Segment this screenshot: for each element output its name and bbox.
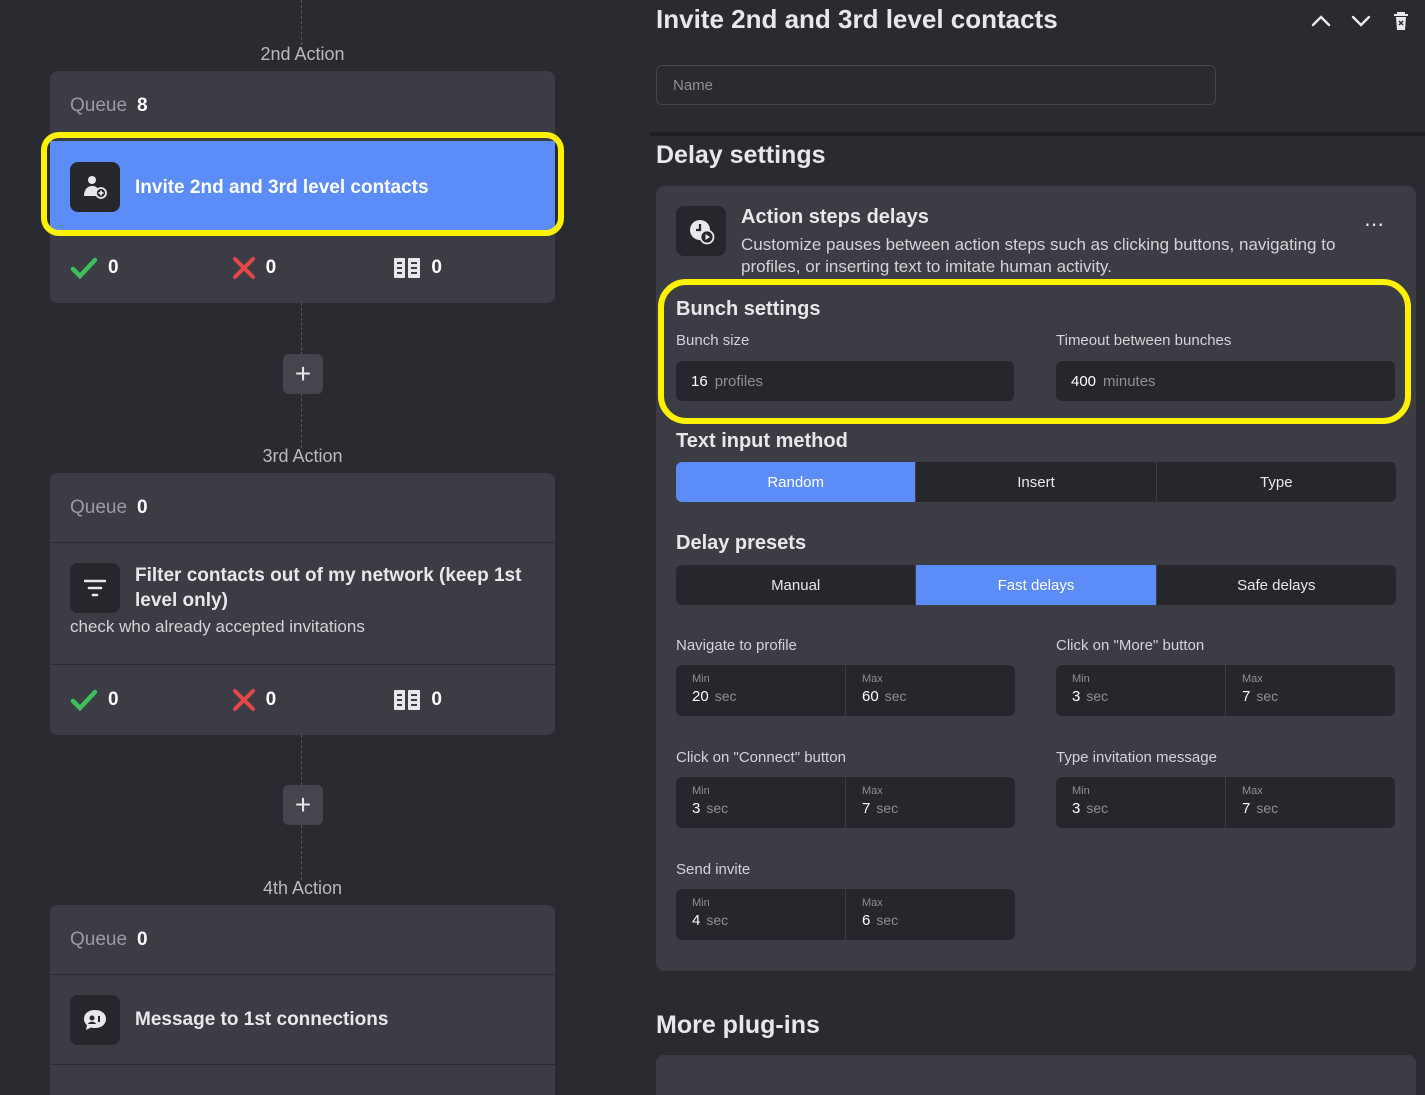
bunch-size-input[interactable]: 16 profiles [676, 361, 1014, 401]
action-card-3[interactable]: Queue 0 Filter contacts out of my networ… [50, 473, 555, 735]
min-input[interactable]: Min 3 sec [1056, 665, 1226, 716]
queue-count: 0 [137, 928, 148, 950]
stat-success: 0 [70, 688, 232, 712]
max-input[interactable]: Max 6 sec [846, 889, 1015, 940]
skip-list-icon [394, 258, 421, 278]
preset-fast[interactable]: Fast delays [916, 565, 1157, 605]
step-subtitle: check who already accepted invitations [70, 617, 365, 636]
action-label: 4th Action [262, 878, 343, 898]
stat-skipped: 0 [393, 688, 555, 712]
timeout-label: Timeout between bunches [1056, 332, 1232, 349]
delay-presets-segmented: Manual Fast delays Safe delays [676, 565, 1396, 605]
delay-settings-title: Delay settings [656, 141, 826, 169]
stats-row: 0 0 0 [50, 664, 555, 734]
bunch-size-label: Bunch size [676, 332, 750, 349]
preset-manual[interactable]: Manual [676, 565, 917, 605]
message-icon [70, 994, 120, 1045]
action-steps-description: Customize pauses between action steps su… [741, 235, 1336, 276]
action-card-4[interactable]: Queue 0 Message to 1st connections [50, 905, 555, 1095]
action-label: 2nd Action [260, 44, 345, 64]
min-input[interactable]: Min 20 sec [676, 665, 846, 716]
delay-label: Type invitation message [1056, 749, 1217, 766]
chevron-up-icon[interactable] [1308, 8, 1334, 34]
stat-failed: 0 [232, 688, 394, 712]
plugin-card[interactable] [656, 1055, 1416, 1095]
step-title: Filter contacts out of my network (keep … [135, 565, 522, 611]
min-input[interactable]: Min 3 sec [1056, 777, 1226, 828]
step-message[interactable]: Message to 1st connections [50, 975, 555, 1065]
queue-label: Queue [70, 95, 128, 116]
option-insert[interactable]: Insert [916, 462, 1157, 502]
text-input-title: Text input method [676, 430, 848, 452]
delay-label: Click on "Connect" button [676, 749, 846, 766]
step-title: Invite 2nd and 3rd level contacts [135, 176, 429, 198]
max-input[interactable]: Max 60 sec [846, 665, 1015, 716]
connector-line [301, 393, 302, 448]
queue-row: Queue 0 [50, 905, 555, 975]
delay-click-more: Min 3 sec Max 7 sec [1056, 665, 1395, 716]
timeout-input[interactable]: 400 minutes [1056, 361, 1395, 401]
connector-line [301, 825, 302, 880]
check-icon [70, 257, 98, 280]
queue-count: 8 [137, 95, 148, 116]
queue-count: 0 [137, 496, 148, 518]
check-icon [70, 689, 98, 711]
clock-play-icon [676, 206, 726, 256]
more-plugins-title: More plug-ins [656, 1011, 820, 1039]
panel-title: Invite 2nd and 3rd level contacts [656, 4, 1058, 34]
stat-success: 0 [70, 256, 232, 280]
chevron-down-icon[interactable] [1348, 8, 1374, 34]
queue-row: Queue 0 [50, 473, 555, 543]
action-card-2[interactable]: Queue 8 Invite 2nd and 3rd level contact… [50, 71, 555, 303]
more-options-icon[interactable]: ⋯ [1364, 212, 1385, 237]
connector-line [301, 0, 302, 45]
divider [650, 132, 1425, 136]
add-action-button[interactable]: + [283, 785, 323, 825]
text-input-segmented: Random Insert Type [676, 462, 1396, 502]
connector-line [301, 303, 302, 355]
connector-line [301, 735, 302, 785]
max-input[interactable]: Max 7 sec [846, 777, 1015, 828]
name-input[interactable] [656, 65, 1216, 105]
step-title: Message to 1st connections [135, 1009, 389, 1030]
max-input[interactable]: Max 7 sec [1226, 665, 1395, 716]
delay-navigate-profile: Min 20 sec Max 60 sec [676, 665, 1015, 716]
skip-list-icon [394, 689, 421, 710]
user-add-icon [70, 162, 120, 212]
action-steps-title: Action steps delays [741, 206, 929, 228]
max-input[interactable]: Max 7 sec [1226, 777, 1395, 828]
add-action-button[interactable]: + [283, 354, 323, 394]
option-random[interactable]: Random [676, 462, 917, 502]
queue-label: Queue [70, 928, 128, 950]
min-input[interactable]: Min 3 sec [676, 777, 846, 828]
delay-label: Click on "More" button [1056, 637, 1205, 654]
delay-click-connect: Min 3 sec Max 7 sec [676, 777, 1015, 828]
stats-row: 0 0 0 [50, 233, 555, 303]
delay-settings-card: Action steps delays Customize pauses bet… [656, 186, 1416, 971]
bunch-settings-title: Bunch settings [676, 298, 821, 320]
step-filter[interactable]: Filter contacts out of my network (keep … [50, 543, 555, 664]
trash-icon[interactable] [1388, 8, 1414, 34]
delay-type-message: Min 3 sec Max 7 sec [1056, 777, 1395, 828]
step-invite[interactable]: Invite 2nd and 3rd level contacts [50, 141, 555, 233]
action-label: 3rd Action [262, 446, 343, 466]
delay-presets-title: Delay presets [676, 532, 807, 554]
cross-icon [232, 257, 255, 279]
filter-icon [70, 563, 120, 613]
stat-failed: 0 [232, 256, 394, 280]
stat-skipped: 0 [393, 256, 555, 280]
delay-label: Send invite [676, 861, 751, 878]
queue-row: Queue 8 [50, 71, 555, 141]
queue-label: Queue [70, 496, 128, 518]
cross-icon [232, 688, 255, 711]
min-input[interactable]: Min 4 sec [676, 889, 846, 940]
delay-label: Navigate to profile [676, 637, 797, 654]
delay-send-invite: Min 4 sec Max 6 sec [676, 889, 1015, 940]
preset-safe[interactable]: Safe delays [1157, 565, 1396, 605]
option-type[interactable]: Type [1157, 462, 1396, 502]
